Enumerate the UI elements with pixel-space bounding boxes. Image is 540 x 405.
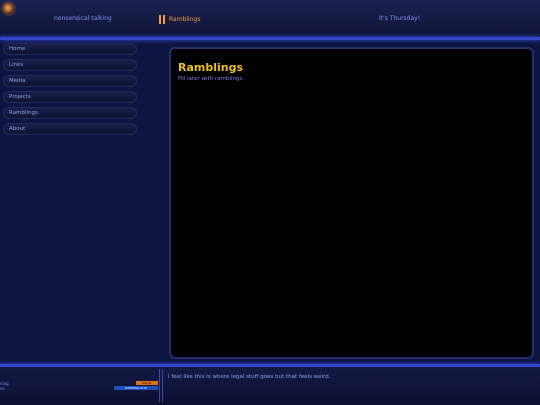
badge-bottom-label: WEBRING.SITE bbox=[114, 386, 158, 390]
top-divider bbox=[0, 37, 540, 40]
footer-left-text: ning ns bbox=[0, 381, 9, 391]
footer-bar bbox=[0, 367, 540, 405]
logo-orb-icon[interactable] bbox=[3, 3, 14, 14]
footer-separator-left bbox=[159, 369, 160, 402]
current-section-indicator: Ramblings bbox=[159, 15, 200, 24]
sidebar-item-ramblings[interactable]: Ramblings bbox=[3, 107, 137, 119]
day-message: It's Thursday! bbox=[379, 15, 421, 22]
sidebar-item-media[interactable]: Media bbox=[3, 75, 137, 87]
footer-left-line2: ns bbox=[0, 386, 5, 391]
page-body-text: Fill later with ramblings. bbox=[178, 76, 245, 82]
page-title: Ramblings bbox=[178, 61, 244, 74]
badge-top-label: 88x31 bbox=[136, 381, 158, 385]
sidebar-item-projects[interactable]: Projects bbox=[3, 91, 137, 103]
pause-icon bbox=[159, 15, 165, 24]
sidebar-item-home[interactable]: Home bbox=[3, 43, 137, 55]
site-name-link[interactable]: nonsensical talking bbox=[54, 15, 112, 23]
legal-text: I feel like this is where legal stuff go… bbox=[168, 374, 331, 380]
sidebar-item-links[interactable]: Links bbox=[3, 59, 137, 71]
webring-badge[interactable]: 88x31 WEBRING.SITE bbox=[114, 381, 158, 390]
sidebar-nav: Home Links Media Projects Ramblings Abou… bbox=[3, 43, 137, 139]
current-section-label: Ramblings bbox=[169, 15, 201, 23]
content-panel: Ramblings Fill later with ramblings. bbox=[169, 47, 534, 359]
sidebar-item-about[interactable]: About bbox=[3, 123, 137, 135]
footer-separator-right bbox=[162, 369, 163, 402]
